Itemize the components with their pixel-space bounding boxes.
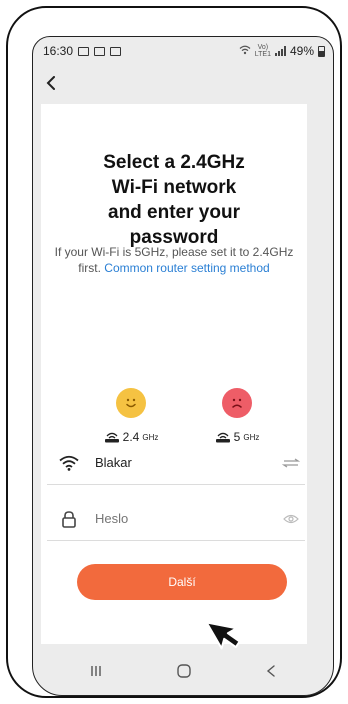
status-bar: 16:30 Vo) LTE1 49%	[33, 37, 333, 65]
title-line-3: and enter your	[108, 202, 240, 223]
sad-face-icon	[222, 388, 252, 418]
wifi-status-icon	[239, 45, 251, 58]
status-time: 16:30	[43, 44, 74, 58]
password-field[interactable]	[47, 497, 305, 541]
title-line-1: Select a 2.4GHz	[103, 152, 245, 173]
band-5ghz: 5 GHz	[207, 388, 267, 444]
wifi-icon	[57, 455, 81, 471]
subtitle: If your Wi-Fi is 5GHz, please set it to …	[51, 244, 297, 276]
lte-bottom: LTE1	[254, 51, 271, 58]
router-setting-link[interactable]: Common router setting method	[104, 261, 269, 275]
chevron-left-icon	[46, 76, 55, 90]
happy-face-icon	[116, 388, 146, 418]
switch-network-icon[interactable]	[281, 457, 301, 468]
lock-icon	[57, 510, 81, 528]
title-line-2: Wi-Fi network	[111, 177, 237, 198]
home-icon[interactable]	[176, 663, 192, 684]
notification-icon-2	[110, 46, 122, 56]
battery-icon	[318, 45, 325, 57]
status-right: Vo) LTE1 49%	[239, 44, 325, 58]
password-input[interactable]	[95, 511, 281, 526]
content-panel: Select a 2.4GHz Wi-Fi network and enter …	[41, 104, 307, 644]
android-nav-bar	[33, 651, 333, 695]
band-24ghz: 2.4 GHz	[101, 388, 161, 444]
back-button[interactable]	[43, 73, 59, 93]
page-title: Select a 2.4GHz Wi-Fi network and enter …	[41, 150, 307, 250]
signal-icon	[274, 46, 286, 56]
recent-apps-icon[interactable]	[89, 664, 103, 683]
mouse-cursor-icon	[208, 621, 241, 650]
eye-icon[interactable]	[281, 514, 301, 524]
lte-indicator: Vo) LTE1	[255, 44, 271, 58]
lte-top: Vo)	[257, 44, 269, 51]
notification-icon	[94, 46, 106, 56]
status-left: 16:30	[43, 44, 122, 58]
next-button[interactable]: Další	[77, 564, 287, 600]
wifi-name: Blakar	[95, 455, 132, 470]
battery-percent: 49%	[289, 44, 314, 58]
phone-screen: 16:30 Vo) LTE1 49% Select a 2.4GHz Wi-Fi…	[32, 36, 334, 696]
nav-back-icon[interactable]	[265, 664, 277, 683]
wifi-network-field[interactable]: Blakar	[47, 441, 305, 485]
phone-frame: 16:30 Vo) LTE1 49% Select a 2.4GHz Wi-Fi…	[6, 6, 342, 698]
gallery-icon	[78, 46, 90, 56]
